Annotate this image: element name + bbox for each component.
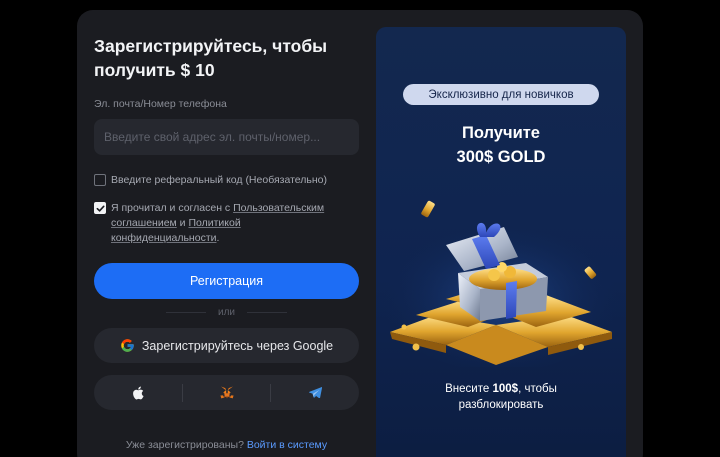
apple-login-button[interactable]	[94, 375, 182, 410]
referral-row[interactable]: Введите реферальный код (Необязательно)	[94, 173, 327, 188]
check-icon	[96, 205, 105, 212]
promo-footer-line1: Внесите 100$, чтобы	[376, 381, 626, 397]
promo-title: Получите 300$ GOLD	[376, 121, 626, 169]
promo-title-line1: Получите	[462, 124, 540, 142]
metamask-login-button[interactable]	[183, 375, 271, 410]
referral-label[interactable]: Введите реферальный код (Необязательно)	[111, 173, 327, 188]
signup-title: Зарегистрируйтесь, чтобы получить $ 10	[94, 36, 328, 80]
already-registered-text: Уже зарегистрированы?	[125, 439, 244, 451]
email-input[interactable]	[94, 119, 359, 155]
telegram-icon	[308, 387, 322, 398]
login-link[interactable]: Войти в систему	[247, 439, 327, 451]
social-login-row	[94, 375, 359, 410]
promo-footer: Внесите 100$, чтобы разблокировать	[376, 381, 626, 413]
gold-treasure-chest-illustration	[381, 200, 621, 367]
promo-footer-prefix: Внесите	[445, 383, 493, 395]
terms-suffix: .	[216, 232, 220, 244]
google-signup-button[interactable]: Зарегистрируйтесь через Google	[94, 328, 359, 363]
metamask-icon	[219, 386, 234, 399]
promo-footer-suffix: , чтобы	[518, 383, 557, 395]
terms-and: и	[176, 217, 189, 229]
terms-row: Я прочитал и согласен с Пользовательским…	[94, 201, 343, 246]
or-text: или	[217, 306, 235, 318]
terms-prefix: Я прочитал и согласен с	[111, 202, 234, 214]
promo-footer-line2: разблокировать	[458, 399, 544, 411]
terms-text: Я прочитал и согласен с Пользовательским…	[111, 201, 343, 246]
divider-line	[247, 311, 287, 313]
promo-badge: Эксклюзивно для новичков	[403, 84, 599, 105]
promo-panel: Эксклюзивно для новичков Получите 300$ G…	[376, 27, 626, 457]
promo-title-line2: 300$ GOLD	[456, 148, 546, 166]
telegram-login-button[interactable]	[271, 375, 359, 410]
signup-modal: Зарегистрируйтесь, чтобы получить $ 10 Э…	[77, 10, 643, 457]
google-icon	[121, 339, 134, 352]
login-prompt: Уже зарегистрированы? Войти в систему	[94, 439, 359, 451]
email-label: Эл. почта/Номер телефона	[94, 98, 227, 110]
referral-checkbox[interactable]	[94, 174, 106, 186]
terms-checkbox[interactable]	[94, 202, 106, 214]
promo-footer-amount: 100$	[492, 383, 519, 395]
google-button-label: Зарегистрируйтесь через Google	[141, 338, 334, 353]
register-button[interactable]: Регистрация	[94, 263, 359, 299]
divider-line	[165, 311, 206, 313]
apple-icon	[132, 386, 144, 399]
or-divider: или	[94, 306, 359, 318]
